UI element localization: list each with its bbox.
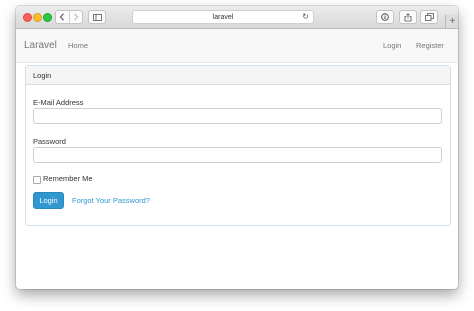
nav-home-link[interactable]: Home [68, 29, 88, 62]
nav-register-link[interactable]: Register [416, 29, 444, 62]
info-button[interactable] [376, 10, 394, 24]
forward-button[interactable] [68, 11, 83, 23]
share-icon [404, 12, 412, 21]
login-submit-button[interactable]: Login [33, 192, 64, 209]
remember-me-label[interactable]: Remember Me [43, 174, 93, 183]
password-field[interactable] [33, 147, 442, 163]
email-label: E-Mail Address [33, 98, 84, 107]
share-button[interactable] [399, 10, 417, 24]
minimize-window-button[interactable] [33, 13, 42, 22]
address-text: laravel [212, 13, 234, 21]
password-label: Password [33, 137, 66, 146]
sidebar-icon [92, 13, 102, 21]
address-bar[interactable]: laravel ↻ [132, 10, 314, 24]
panel-heading: Login [26, 66, 450, 85]
reload-icon[interactable]: ↻ [302, 11, 309, 23]
remember-me-checkbox[interactable] [33, 176, 41, 184]
tabs-icon [424, 13, 434, 21]
info-icon [381, 13, 389, 21]
email-field[interactable] [33, 108, 442, 124]
close-window-button[interactable] [23, 13, 32, 22]
brand-link[interactable]: Laravel [24, 29, 57, 62]
sidebar-button[interactable] [88, 10, 106, 24]
back-icon [59, 13, 65, 21]
forward-icon [73, 13, 79, 21]
back-button[interactable] [56, 11, 69, 23]
zoom-window-button[interactable] [43, 13, 52, 22]
tabs-overview-button[interactable] [420, 10, 438, 24]
forgot-password-link[interactable]: Forgot Your Password? [72, 196, 150, 205]
nav-login-link[interactable]: Login [383, 29, 401, 62]
new-tab-button[interactable]: + [445, 15, 458, 28]
title-bar: laravel ↻ + [16, 6, 458, 29]
login-panel: Login E-Mail Address Password Remember M… [25, 65, 451, 226]
browser-window: laravel ↻ + Laravel Home Login Register … [16, 6, 458, 289]
app-navbar: Laravel Home Login Register [16, 29, 458, 63]
history-nav [55, 10, 83, 24]
